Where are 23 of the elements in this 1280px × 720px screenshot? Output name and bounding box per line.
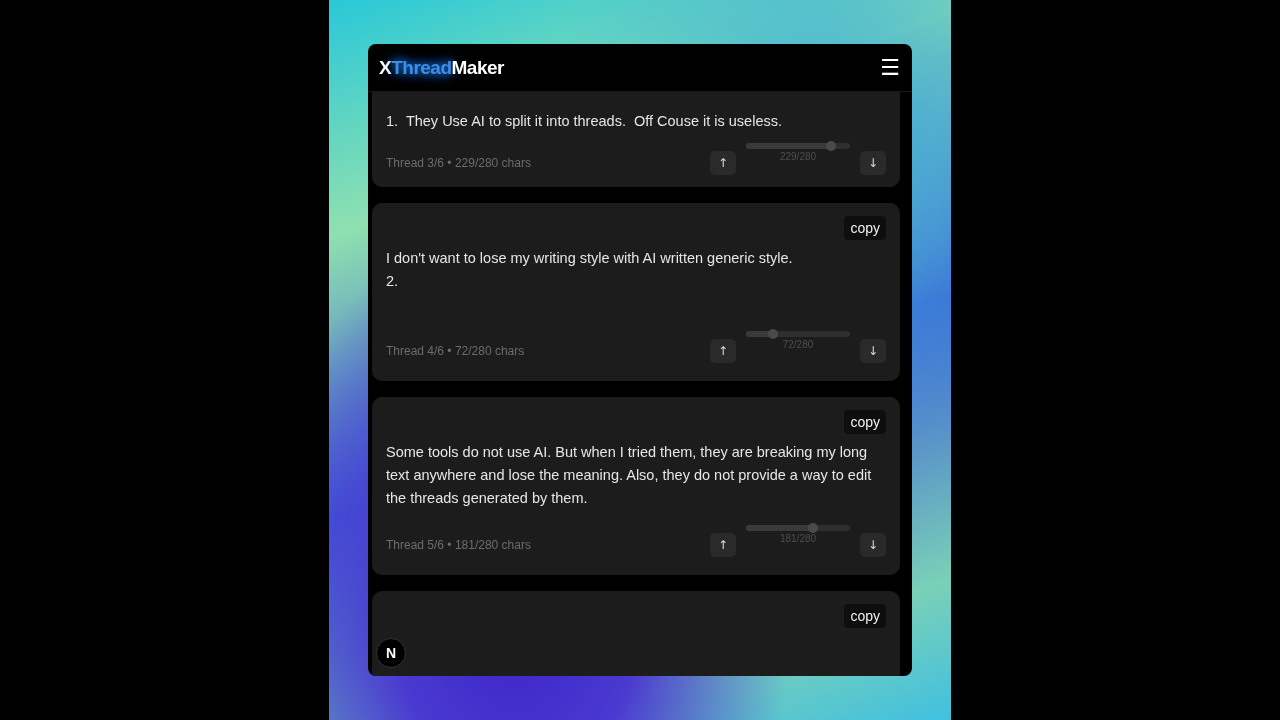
thread-text[interactable]: Some tools do not use AI. But when I tried them, they are breaking my long text anywhere and lose the meaning. Also, they do not provide a way to edit the threads generated by them.: [386, 441, 886, 533]
length-slider[interactable]: [746, 525, 850, 531]
thread-text[interactable]: I don't want to lose my writing style with AI written generic style. 2.: [386, 247, 886, 339]
move-down-button[interactable]: ↓: [860, 533, 886, 557]
copy-button[interactable]: copy: [844, 410, 886, 434]
slider-thumb[interactable]: [767, 329, 778, 339]
move-up-button[interactable]: ↑: [710, 339, 736, 363]
move-down-button[interactable]: ↓: [860, 339, 886, 363]
menu-button[interactable]: ☰: [880, 55, 900, 80]
app-logo: XThreadMaker: [379, 56, 504, 79]
thread-info: Thread 4/6 • 72/280 chars: [386, 344, 525, 358]
slider-thumb[interactable]: [808, 523, 819, 533]
move-down-button[interactable]: ↓: [860, 151, 886, 175]
thread-info: Thread 3/6 • 229/280 chars: [386, 156, 531, 170]
copy-button[interactable]: copy: [844, 216, 886, 240]
copy-button[interactable]: copy: [844, 604, 886, 628]
thread-text[interactable]: 1. They Use AI to split it into threads. Off Couse it is useless.: [386, 110, 886, 133]
length-slider[interactable]: [746, 143, 850, 149]
length-slider[interactable]: [746, 331, 850, 337]
thread-info: Thread 5/6 • 181/280 chars: [386, 538, 531, 552]
move-up-button[interactable]: ↑: [710, 151, 736, 175]
move-up-button[interactable]: ↑: [710, 533, 736, 557]
slider-thumb[interactable]: [826, 141, 837, 151]
